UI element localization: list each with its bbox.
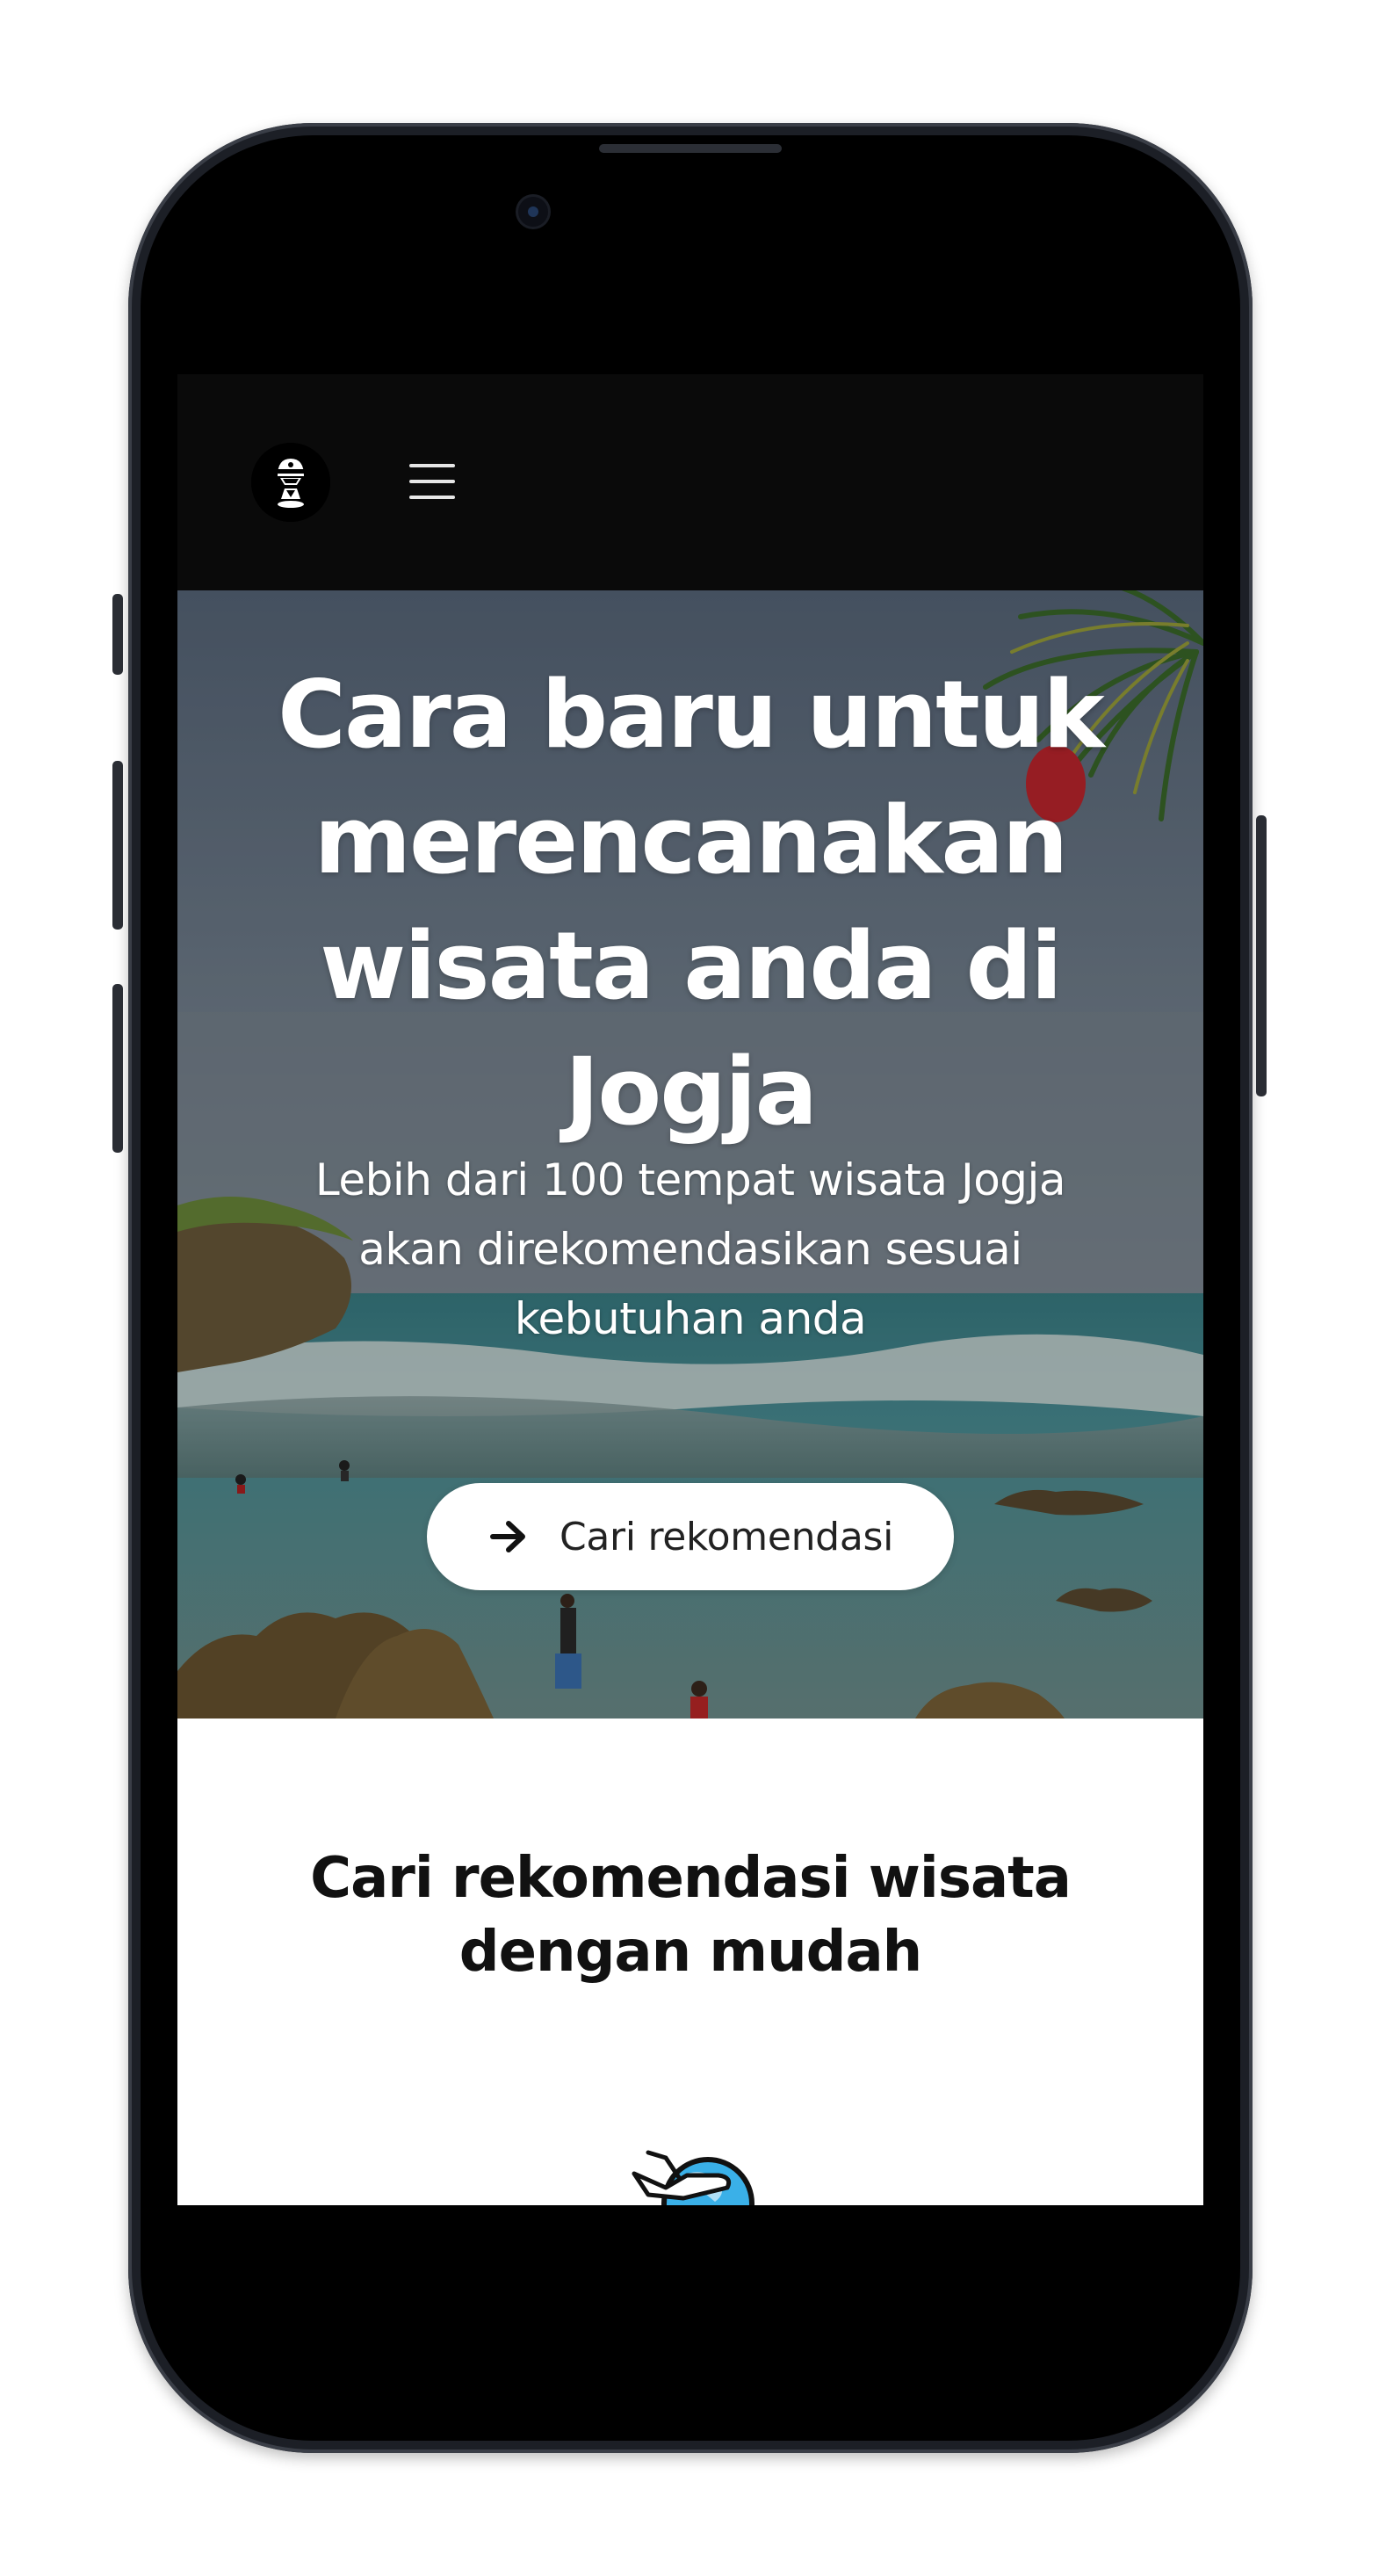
- explorer-logo-icon[interactable]: [251, 443, 330, 522]
- mute-switch: [112, 594, 123, 675]
- hamburger-menu-icon[interactable]: [406, 457, 458, 506]
- navbar: [177, 374, 1203, 590]
- cta-label: Cari rekomendasi: [559, 1514, 894, 1559]
- section-title: Cari rekomendasi wisata dengan mudah: [310, 1846, 1072, 1985]
- hero-title: Cara baru untuk merencanakan wisata anda…: [278, 661, 1105, 1146]
- arrow-right-icon: [487, 1516, 530, 1558]
- screen: Cara baru untuk merencanakan wisata anda…: [177, 374, 1203, 2205]
- features-section: Cari rekomendasi wisata dengan mudah: [177, 1719, 1203, 2205]
- earpiece-speaker: [599, 144, 782, 153]
- cari-rekomendasi-button[interactable]: Cari rekomendasi: [427, 1483, 954, 1590]
- volume-up-button: [112, 761, 123, 930]
- volume-down-button: [112, 984, 123, 1153]
- hero-subtitle: Lebih dari 100 tempat wisata Jogja akan …: [314, 1154, 1066, 1344]
- front-camera-icon: [518, 197, 548, 227]
- hero-banner: Cara baru untuk merencanakan wisata anda…: [177, 590, 1203, 1719]
- power-button: [1256, 815, 1267, 1096]
- airplane-globe-icon: [631, 2140, 762, 2205]
